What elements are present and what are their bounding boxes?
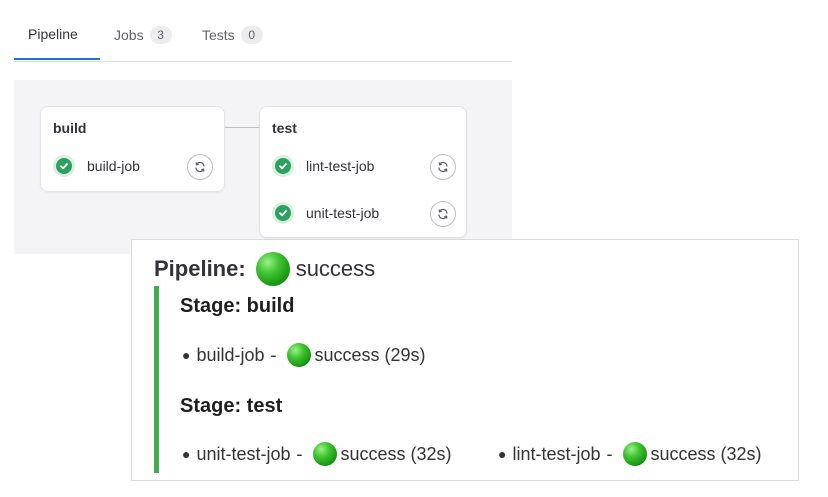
- bullet-icon: ●: [182, 446, 191, 462]
- check-circle-icon: [272, 202, 294, 224]
- pipeline-status-row: Pipeline: success: [154, 252, 375, 286]
- summary-job-item: ● unit-test-job - success (32s): [182, 442, 452, 466]
- tab-pipeline-label: Pipeline: [28, 26, 78, 42]
- retry-icon[interactable]: [430, 154, 456, 180]
- stage-heading-test: Stage: test: [180, 395, 283, 417]
- pipeline-tabs: Pipeline Jobs 3 Tests 0: [14, 0, 512, 62]
- retry-icon[interactable]: [187, 154, 213, 180]
- green-ball-icon: [622, 442, 647, 466]
- tab-jobs-count-badge: 3: [149, 26, 172, 44]
- summary-job-separator: -: [270, 344, 277, 365]
- summary-job-separator: -: [296, 443, 303, 464]
- tab-jobs[interactable]: Jobs 3: [114, 26, 172, 44]
- job-name: lint-test-job: [306, 158, 375, 174]
- stage-title: build: [53, 120, 87, 136]
- summary-job-status: success (29s): [314, 344, 426, 365]
- pipeline-summary-panel: Pipeline: success Stage: build ● build-j…: [131, 239, 799, 481]
- green-ball-icon: [286, 343, 311, 367]
- tab-pipeline[interactable]: Pipeline: [28, 26, 78, 42]
- stage-build: build build-job: [40, 106, 225, 192]
- summary-job-separator: -: [606, 443, 613, 464]
- pipeline-label: Pipeline:: [154, 256, 246, 281]
- retry-icon[interactable]: [430, 201, 456, 227]
- summary-job-name: lint-test-job: [512, 443, 601, 464]
- summary-job-status: success (32s): [650, 443, 762, 464]
- pipeline-graph: build build-job test lint-test-job unit-…: [14, 80, 512, 254]
- job-lint-test-job[interactable]: lint-test-job: [272, 152, 374, 180]
- summary-job-item: ● build-job - success (29s): [182, 343, 426, 367]
- stage-heading-build: Stage: build: [180, 295, 295, 317]
- job-name: unit-test-job: [306, 205, 380, 221]
- green-ball-icon: [312, 442, 337, 466]
- stage-connector: [224, 127, 260, 128]
- active-tab-indicator: [14, 58, 100, 60]
- stage-list-bar: [154, 286, 159, 473]
- summary-job-name: unit-test-job: [196, 443, 291, 464]
- bullet-icon: ●: [498, 446, 507, 462]
- tab-tests[interactable]: Tests 0: [202, 26, 263, 44]
- job-name: build-job: [87, 158, 140, 174]
- green-ball-icon: [255, 252, 290, 286]
- tab-tests-count-badge: 0: [240, 26, 263, 44]
- tab-jobs-label: Jobs: [114, 27, 144, 43]
- check-circle-icon: [53, 155, 75, 177]
- job-unit-test-job[interactable]: unit-test-job: [272, 199, 379, 227]
- stage-title: test: [272, 120, 297, 136]
- summary-job-status: success (32s): [340, 443, 452, 464]
- summary-job-item: ● lint-test-job - success (32s): [498, 442, 762, 466]
- tab-tests-label: Tests: [202, 27, 235, 43]
- summary-job-name: build-job: [196, 344, 265, 365]
- stage-test: test lint-test-job unit-test-job: [259, 106, 467, 238]
- bullet-icon: ●: [182, 347, 191, 363]
- job-build-job[interactable]: build-job: [53, 152, 140, 180]
- pipeline-status: success: [295, 256, 376, 281]
- check-circle-icon: [272, 155, 294, 177]
